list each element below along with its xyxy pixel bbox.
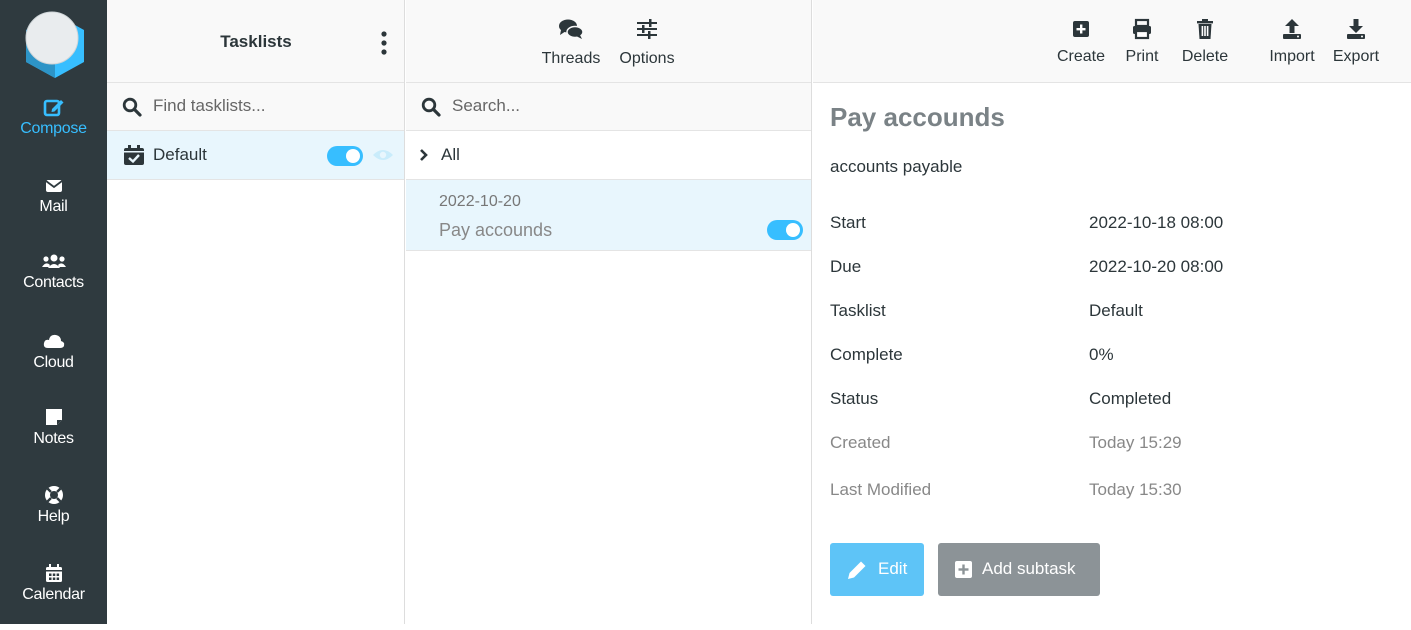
cloud-icon (43, 334, 64, 348)
nav-help[interactable]: Help (0, 474, 107, 552)
tasklists-title: Tasklists (220, 32, 292, 51)
nav-cloud-label: Cloud (33, 354, 74, 371)
group-all[interactable]: All (406, 131, 811, 180)
tasklists-search[interactable]: Find tasklists... (107, 83, 404, 131)
users-icon (41, 254, 66, 268)
nav-help-label: Help (37, 508, 70, 525)
field-label: Tasklist (830, 301, 886, 320)
field-label: Due (830, 257, 862, 276)
task-title: Pay accounds (439, 220, 553, 240)
field-value: Today 15:29 (1089, 433, 1182, 452)
import-button[interactable]: Import (1261, 0, 1323, 66)
field-value: Completed (1089, 389, 1172, 408)
add-subtask-button[interactable]: Add subtask (938, 543, 1100, 596)
threads-button[interactable]: Threads (536, 0, 606, 68)
field-label: Start (830, 213, 866, 232)
lifebuoy-icon (44, 486, 63, 504)
field-label: Last Modified (830, 480, 932, 499)
sliders-icon (637, 19, 657, 39)
field-value: Default (1089, 301, 1143, 320)
create-button[interactable]: Create (1052, 0, 1110, 66)
chevron-right-icon (420, 149, 428, 161)
nav-calendar-label: Calendar (22, 586, 85, 603)
field-value: 2022-10-20 08:00 (1089, 257, 1224, 276)
group-all-label: All (441, 145, 460, 164)
tasks-toolbar: Threads Options (406, 0, 811, 83)
nav-contacts-label: Contacts (23, 274, 84, 291)
tasks-search[interactable]: Search... (406, 83, 811, 131)
task-detail-panel: Create Print Delete Import Export Pay ac… (813, 0, 1411, 624)
tasklist-toggle[interactable] (327, 146, 363, 166)
options-label: Options (619, 50, 675, 67)
tasklists-menu-icon[interactable] (378, 30, 390, 56)
calendar-check-icon (124, 145, 144, 165)
print-button[interactable]: Print (1117, 0, 1167, 66)
field-label: Status (830, 389, 879, 408)
calendar-icon (45, 564, 62, 582)
tasks-panel: Threads Options Search... All 2022-10-20 (406, 0, 812, 624)
plus-square-icon (955, 561, 972, 578)
search-icon (122, 97, 142, 117)
options-button[interactable]: Options (614, 0, 680, 68)
envelope-icon (44, 180, 63, 192)
trash-icon (1197, 19, 1213, 39)
comments-icon (559, 19, 584, 39)
plus-square-icon (1073, 21, 1089, 37)
task-description: accounts payable (830, 157, 963, 176)
nav-cloud[interactable]: Cloud (0, 318, 107, 396)
nav-contacts[interactable]: Contacts (0, 240, 107, 318)
field-value: Today 15:30 (1089, 480, 1182, 499)
search-icon (421, 97, 441, 117)
eye-icon[interactable] (372, 147, 394, 163)
task-row[interactable]: 2022-10-20 Pay accounds (406, 180, 811, 251)
tasklist-name: Default (153, 145, 207, 164)
tasklists-search-input[interactable]: Find tasklists... (153, 96, 265, 116)
tasklist-item-default[interactable]: Default (107, 131, 404, 180)
import-label: Import (1269, 48, 1315, 65)
create-label: Create (1056, 48, 1106, 65)
threads-label: Threads (541, 50, 601, 67)
nav-mail-label: Mail (39, 198, 68, 215)
delete-button[interactable]: Delete (1175, 0, 1235, 66)
edit-button[interactable]: Edit (830, 543, 924, 596)
field-value: 0% (1089, 345, 1114, 364)
field-label: Created (830, 433, 891, 452)
task-date: 2022-10-20 (439, 193, 521, 210)
download-icon (1347, 19, 1365, 39)
nav-compose[interactable]: Compose (0, 84, 107, 162)
task-complete-toggle[interactable] (767, 220, 803, 240)
tasklists-panel: Tasklists Find tasklists... Default (107, 0, 405, 624)
detail-toolbar: Create Print Delete Import Export (813, 0, 1411, 83)
app-logo (25, 11, 84, 78)
field-label: Complete (830, 345, 903, 364)
export-label: Export (1332, 48, 1380, 65)
left-navigation: Compose Mail Contacts Cloud Notes Help C… (0, 0, 107, 624)
compose-icon (43, 99, 63, 117)
task-title-heading: Pay accounds (830, 102, 1005, 132)
pencil-icon (848, 561, 866, 579)
upload-icon (1283, 19, 1301, 39)
nav-notes-label: Notes (33, 430, 74, 447)
tasklists-header: Tasklists (107, 0, 404, 83)
field-value: 2022-10-18 08:00 (1089, 213, 1224, 232)
printer-icon (1133, 18, 1151, 40)
sticky-note-icon (45, 409, 62, 425)
export-button[interactable]: Export (1325, 0, 1387, 66)
add-subtask-label: Add subtask (982, 559, 1076, 578)
print-label: Print (1125, 48, 1159, 65)
delete-label: Delete (1181, 48, 1229, 65)
nav-mail[interactable]: Mail (0, 162, 107, 240)
nav-calendar[interactable]: Calendar (0, 552, 107, 630)
nav-compose-label: Compose (20, 120, 87, 137)
tasks-search-input[interactable]: Search... (452, 96, 520, 116)
nav-notes[interactable]: Notes (0, 396, 107, 474)
edit-label: Edit (878, 559, 908, 578)
